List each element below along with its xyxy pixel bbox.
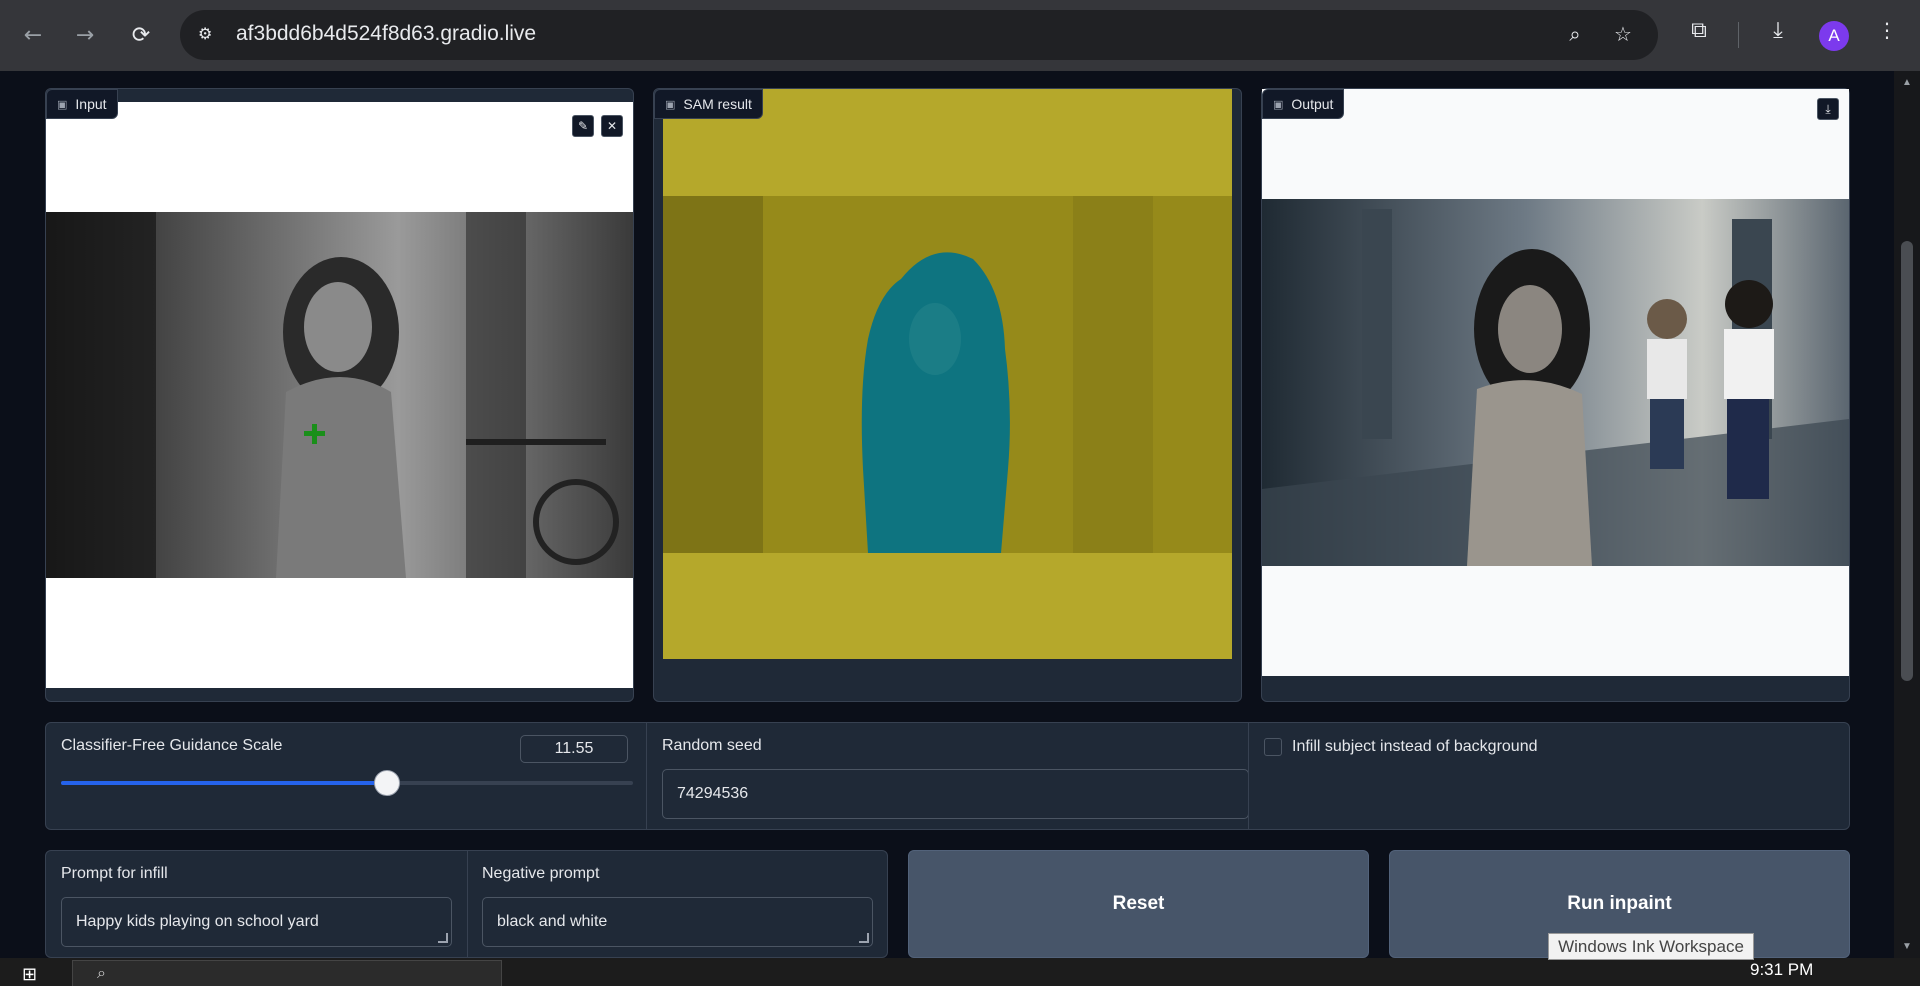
page-scrollbar[interactable]: ▲ ▼ [1894,71,1920,958]
reset-button[interactable]: Reset [908,850,1369,958]
infill-subject-label[interactable]: Infill subject instead of background [1292,738,1537,756]
url-text[interactable]: af3bdd6b4d524f8d63.gradio.live [236,22,536,46]
address-bar[interactable]: ⚙ af3bdd6b4d524f8d63.gradio.live ⌕ ☆ [180,10,1658,60]
sam-result-image [663,89,1232,659]
cfg-slider-track[interactable] [61,770,633,796]
seed-input[interactable]: 74294536 [662,769,1249,819]
cfg-number-input[interactable]: 11.55 [520,735,628,763]
taskbar-clock[interactable]: 9:31 PM [1750,960,1813,980]
divider [467,851,468,957]
download-icon[interactable]: ⤓ [1761,18,1795,52]
prompts-panel: Prompt for infill Happy kids playing on … [45,850,888,958]
input-photo [46,212,633,578]
search-icon: ⌕ [97,963,106,982]
input-image-panel: ▣ Input ✎ ✕ [45,88,634,702]
download-image-icon[interactable]: ⤓ [1817,98,1839,120]
bookmark-star-icon[interactable]: ☆ [1610,22,1636,48]
image-icon: ▣ [57,97,68,111]
cfg-label: Classifier-Free Guidance Scale [61,737,283,754]
sam-photo [663,196,1232,554]
output-image-panel: ▣ Output ⤓ [1261,88,1850,702]
scrollbar-thumb[interactable] [1901,241,1913,681]
output-label: ▣ Output [1262,89,1345,119]
infill-subject-checkbox[interactable] [1264,738,1282,756]
resize-handle-icon[interactable] [438,933,448,943]
back-icon[interactable]: ← [16,18,50,52]
divider [1248,723,1249,829]
menu-icon[interactable]: ⋮ [1870,18,1904,52]
input-image[interactable] [46,102,633,688]
reload-icon[interactable]: ⟳ [124,18,158,52]
infill-prompt-value: Happy kids playing on school yard [76,913,319,930]
output-image [1262,89,1849,676]
input-label: ▣ Input [46,89,118,119]
scroll-down-icon[interactable]: ▼ [1901,941,1913,952]
image-icon: ▣ [665,97,676,111]
negative-prompt-textarea[interactable]: black and white [482,897,873,947]
infill-prompt-label: Prompt for infill [61,865,168,882]
resize-handle-icon[interactable] [859,933,869,943]
cfg-slider-thumb[interactable] [374,770,401,796]
scroll-up-icon[interactable]: ▲ [1901,77,1913,88]
forward-icon[interactable]: → [68,18,102,52]
extensions-icon[interactable]: ⧉ [1682,18,1716,52]
controls-panel: Classifier-Free Guidance Scale 11.55 Ran… [45,722,1850,830]
negative-prompt-label: Negative prompt [482,865,600,882]
edit-icon[interactable]: ✎ [572,115,594,137]
site-settings-icon[interactable]: ⚙ [198,24,220,46]
zoom-icon[interactable]: ⌕ [1562,22,1588,48]
windows-start-icon[interactable]: ⊞ [22,964,46,986]
windows-ink-tooltip: Windows Ink Workspace [1548,933,1754,960]
input-label-text: Input [75,96,107,112]
image-icon: ▣ [1273,97,1284,111]
sam-label-text: SAM result [683,96,752,112]
close-icon[interactable]: ✕ [601,115,623,137]
browser-toolbar: ← → ⟳ ⚙ af3bdd6b4d524f8d63.gradio.live ⌕… [0,0,1920,71]
divider [646,723,647,829]
seed-label: Random seed [662,737,762,754]
infill-prompt-textarea[interactable]: Happy kids playing on school yard [61,897,452,947]
output-label-text: Output [1291,96,1334,112]
sam-label: ▣ SAM result [654,89,763,119]
negative-prompt-value: black and white [497,913,608,930]
taskbar-search-box[interactable]: ⌕ [72,960,502,986]
cfg-slider-fill [61,781,388,785]
sam-result-panel: ▣SAM result background subject [653,88,1242,785]
toolbar-divider [1738,22,1739,48]
avatar[interactable]: A [1819,21,1849,51]
windows-taskbar: ⊞ ⌕ 9:31 PM [0,958,1920,986]
output-photo [1262,199,1849,566]
